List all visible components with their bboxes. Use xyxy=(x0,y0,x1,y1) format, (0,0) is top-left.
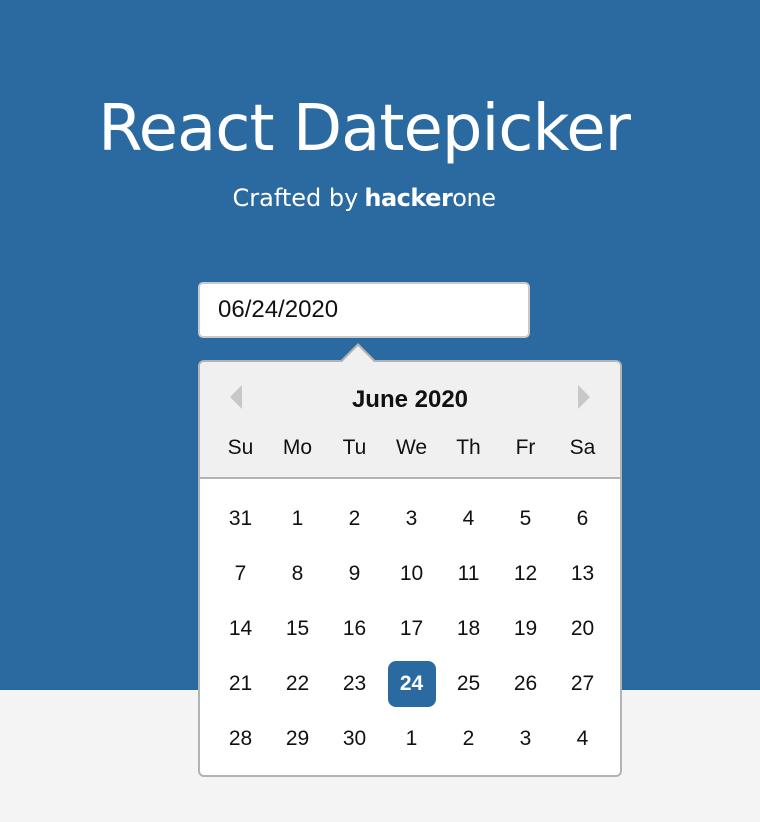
day-cell[interactable]: 20 xyxy=(554,609,611,664)
popup-pointer-inner xyxy=(342,346,374,362)
weekday-row: Su Mo Tu We Th Fr Sa xyxy=(212,436,612,466)
weekday-label: Mo xyxy=(282,436,313,459)
day-cell[interactable]: 14 xyxy=(212,609,269,664)
day-cell[interactable]: 5 xyxy=(497,499,554,554)
day-cell[interactable]: 27 xyxy=(554,664,611,719)
day-cell[interactable]: 2 xyxy=(440,719,497,774)
day-grid: 31 1 2 3 4 5 6 7 8 9 10 11 12 13 14 15 1… xyxy=(212,499,612,774)
next-month-button[interactable] xyxy=(572,384,596,410)
day-cell[interactable]: 13 xyxy=(554,554,611,609)
day-cell[interactable]: 7 xyxy=(212,554,269,609)
day-cell[interactable]: 16 xyxy=(326,609,383,664)
weekday-label: Fr xyxy=(515,436,536,459)
weekday-label: Sa xyxy=(569,436,596,459)
day-cell[interactable]: 6 xyxy=(554,499,611,554)
day-cell[interactable]: 3 xyxy=(497,719,554,774)
day-cell[interactable]: 1 xyxy=(383,719,440,774)
day-cell[interactable]: 19 xyxy=(497,609,554,664)
day-cell[interactable]: 23 xyxy=(326,664,383,719)
day-cell[interactable]: 25 xyxy=(440,664,497,719)
day-cell[interactable]: 17 xyxy=(383,609,440,664)
day-cell[interactable]: 2 xyxy=(326,499,383,554)
weekday-label: Su xyxy=(227,436,254,459)
date-input[interactable] xyxy=(198,282,530,338)
day-cell[interactable]: 15 xyxy=(269,609,326,664)
page-title: React Datepicker xyxy=(98,92,631,166)
day-cell[interactable]: 12 xyxy=(497,554,554,609)
chevron-right-icon xyxy=(578,385,590,409)
crafted-by-line: Crafted by hackerone xyxy=(0,184,728,212)
day-cell[interactable]: 3 xyxy=(383,499,440,554)
day-cell[interactable]: 9 xyxy=(326,554,383,609)
hackerone-logo-part1: hacker xyxy=(364,184,453,212)
day-cell[interactable]: 28 xyxy=(212,719,269,774)
day-cell[interactable]: 11 xyxy=(440,554,497,609)
day-cell[interactable]: 10 xyxy=(383,554,440,609)
day-cell[interactable]: 8 xyxy=(269,554,326,609)
day-cell[interactable]: 22 xyxy=(269,664,326,719)
day-cell[interactable]: 18 xyxy=(440,609,497,664)
crafted-by-label: Crafted by xyxy=(232,184,359,212)
current-month-label: June 2020 xyxy=(351,386,469,413)
weekday-label: Tu xyxy=(342,436,367,459)
calendar-header: June 2020 Su Mo Tu We Th Fr Sa xyxy=(200,362,620,479)
day-cell[interactable]: 4 xyxy=(440,499,497,554)
day-cell-selected[interactable]: 24 xyxy=(383,661,440,719)
day-cell[interactable]: 4 xyxy=(554,719,611,774)
datepicker-popup: June 2020 Su Mo Tu We Th Fr Sa 31 1 2 3 … xyxy=(198,360,622,777)
day-cell[interactable]: 30 xyxy=(326,719,383,774)
hackerone-logo-part2: one xyxy=(452,184,496,212)
day-cell[interactable]: 1 xyxy=(269,499,326,554)
day-cell[interactable]: 31 xyxy=(212,499,269,554)
day-cell[interactable]: 21 xyxy=(212,664,269,719)
weekday-label: Th xyxy=(456,436,481,459)
day-cell[interactable]: 26 xyxy=(497,664,554,719)
day-cell[interactable]: 29 xyxy=(269,719,326,774)
weekday-label: We xyxy=(395,436,428,459)
